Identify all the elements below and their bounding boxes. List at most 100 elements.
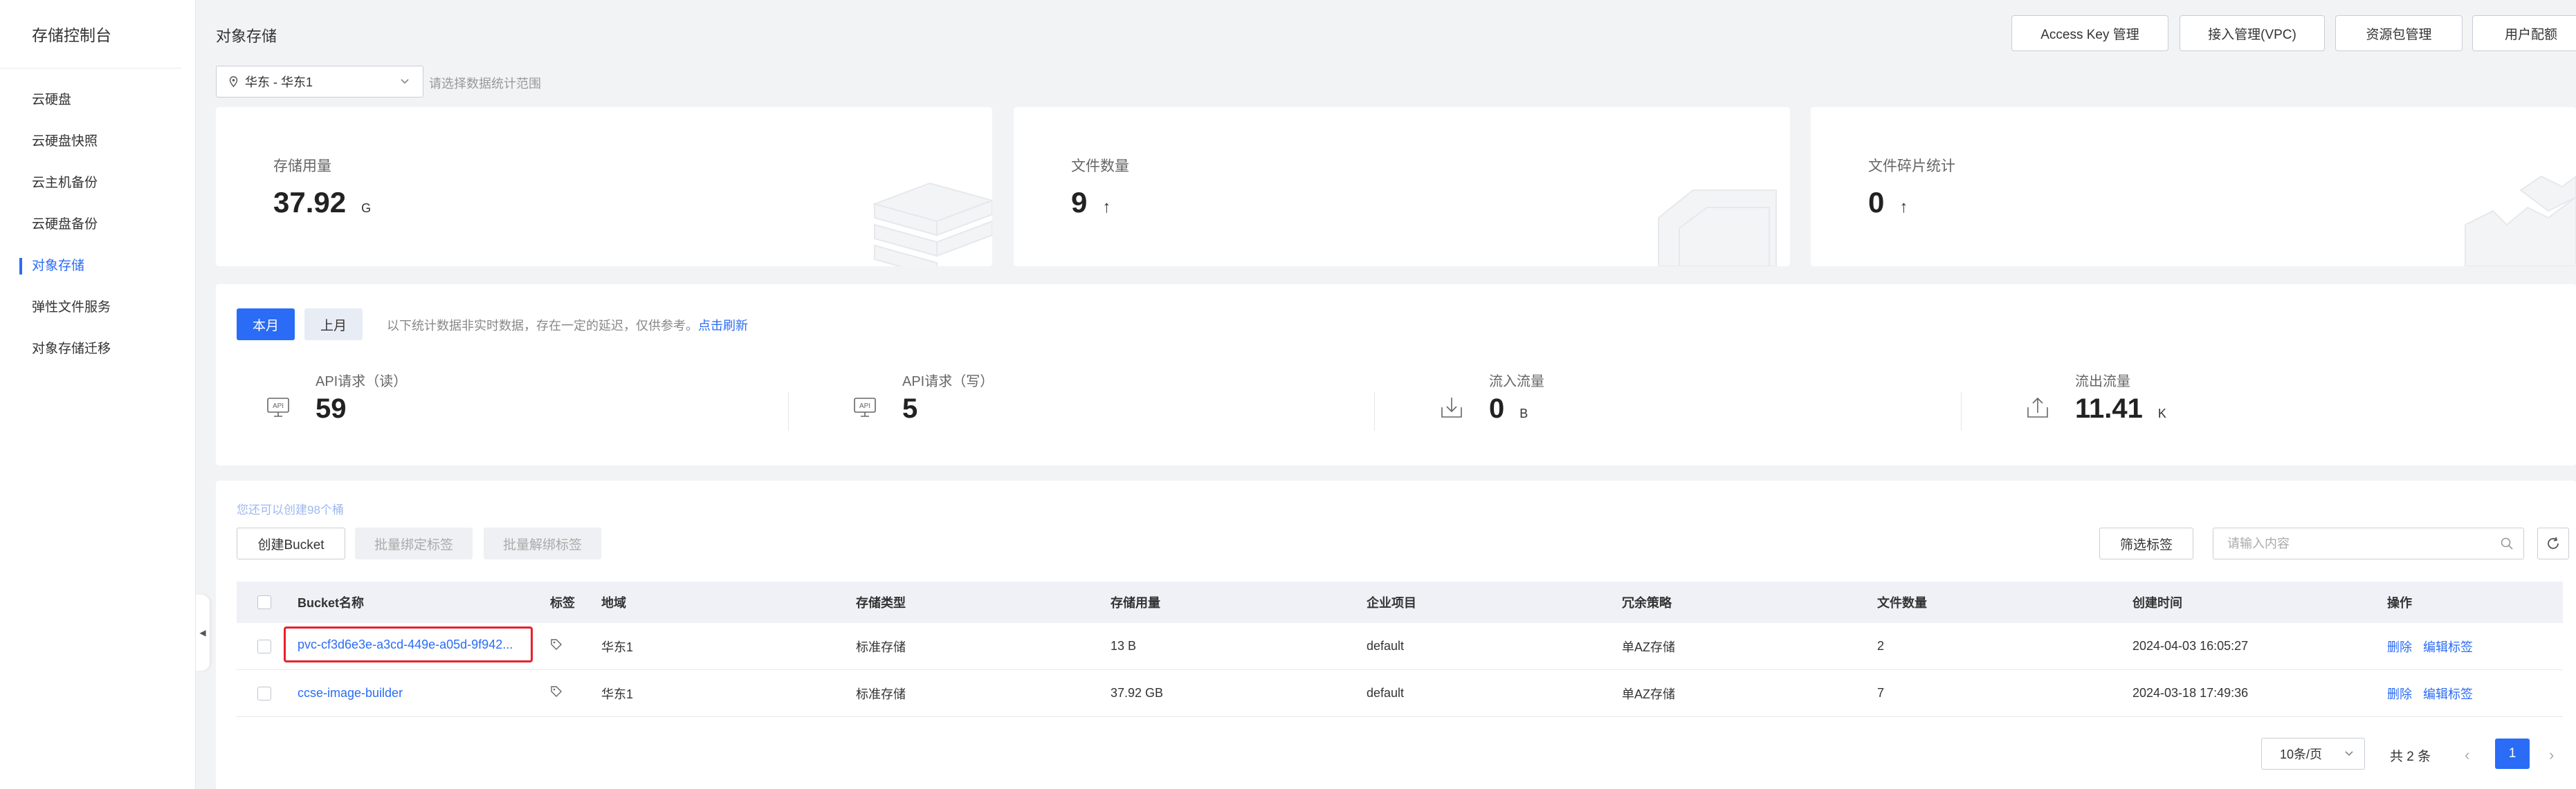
created-time-cell: 2024-04-03 16:05:27 <box>2132 639 2249 653</box>
outbound-traffic-number: 11.41 <box>2075 393 2143 424</box>
page-title: 对象存储 <box>216 28 277 45</box>
region-cell: 华东1 <box>601 640 634 654</box>
file-fragment-number: 0 <box>1868 186 1885 219</box>
this-month-button[interactable]: 本月 <box>237 308 295 340</box>
file-count-value: 9 ↑ <box>1071 186 1111 219</box>
inbound-traffic-number: 0 <box>1489 393 1505 424</box>
column-header-actions: 操作 <box>2387 596 2412 610</box>
outbound-traffic-unit: K <box>2157 407 2166 420</box>
bulk-bind-tags-button[interactable]: 批量绑定标签 <box>355 528 473 559</box>
region-select-value: 华东 - 华东1 <box>245 75 313 89</box>
select-all-cell <box>237 595 298 609</box>
bucket-table: Bucket名称 标签 地域 存储类型 存储用量 企业项目 冗余策略 文件数量 … <box>237 582 2563 717</box>
redundancy-cell: 单AZ存储 <box>1622 640 1676 654</box>
chevron-down-icon <box>401 79 409 84</box>
sidebar-item-disk-snapshot[interactable]: 云硬盘快照 <box>0 121 195 163</box>
delete-link[interactable]: 删除 <box>2387 640 2412 654</box>
chevron-left-icon: ◀ <box>199 628 206 638</box>
bucket-name-link[interactable]: ccse-image-builder <box>298 686 403 700</box>
sidebar-item-file-service[interactable]: 弹性文件服务 <box>0 287 195 328</box>
sidebar-item-object-storage[interactable]: 对象存储 <box>0 245 195 287</box>
api-read-value: 59 <box>316 393 347 424</box>
created-time-cell: 2024-03-18 17:49:36 <box>2132 686 2249 700</box>
refresh-button[interactable] <box>2537 528 2569 559</box>
edit-tags-link[interactable]: 编辑标签 <box>2423 640 2473 654</box>
column-header-region: 地域 <box>601 596 626 610</box>
project-cell: default <box>1367 639 1405 653</box>
refresh-icon <box>2548 537 2559 549</box>
api-read-label: API请求（读） <box>316 374 408 389</box>
last-month-button[interactable]: 上月 <box>304 308 363 340</box>
api-write-metric: API API请求（写） 5 <box>852 370 1337 432</box>
row-select-cell <box>237 686 298 700</box>
table-row: ccse-image-builder 华东1 标准存储 37.92 GB def… <box>237 670 2563 717</box>
usage-cell: 37.92 GB <box>1111 686 1164 700</box>
file-count-card: 文件数量 9 ↑ <box>1014 107 1790 266</box>
page-size-select[interactable]: 10条/页 <box>2261 738 2365 770</box>
location-pin-icon <box>229 76 238 87</box>
next-page-icon[interactable]: › <box>2549 746 2554 764</box>
column-header-storage-type: 存储类型 <box>856 596 906 610</box>
storage-usage-label: 存储用量 <box>273 158 331 174</box>
vpc-access-button[interactable]: 接入管理(VPC) <box>2180 15 2325 51</box>
download-icon <box>1441 398 1462 418</box>
select-all-checkbox[interactable] <box>257 595 271 609</box>
actions-cell: 删除 编辑标签 <box>2387 638 2560 656</box>
page-size-value: 10条/页 <box>2280 748 2323 761</box>
upload-icon <box>2027 397 2048 418</box>
sidebar-item-cloud-disk[interactable]: 云硬盘 <box>0 80 195 121</box>
outbound-traffic-value: 11.41 K <box>2075 393 2166 425</box>
search-box <box>2213 528 2524 559</box>
edit-tags-link[interactable]: 编辑标签 <box>2423 687 2473 701</box>
sidebar-collapse-handle[interactable]: ◀ <box>196 595 210 671</box>
outbound-traffic-metric: 流出流量 11.41 K <box>2025 370 2510 432</box>
bucket-name-cell: ccse-image-builder <box>298 686 550 700</box>
region-cell: 华东1 <box>601 687 634 701</box>
usage-cell: 13 B <box>1111 639 1137 653</box>
metric-divider <box>1961 392 1962 431</box>
metric-divider <box>1374 392 1375 431</box>
region-hint: 请选择数据统计范围 <box>429 77 541 91</box>
sidebar-item-disk-backup[interactable]: 云硬盘备份 <box>0 204 195 245</box>
file-count-number: 9 <box>1071 186 1088 219</box>
inbound-traffic-metric: 流入流量 0 B <box>1439 370 1924 432</box>
arrow-up-icon: ↑ <box>1899 198 1908 216</box>
stats-notice-text: 以下统计数据非实时数据，存在一定的延迟，仅供参考。 <box>387 319 698 333</box>
access-key-button[interactable]: Access Key 管理 <box>2011 15 2168 51</box>
outbound-traffic-label: 流出流量 <box>2075 374 2130 389</box>
prev-page-icon[interactable]: ‹ <box>2465 746 2469 764</box>
tag-icon[interactable] <box>550 638 563 651</box>
create-bucket-button[interactable]: 创建Bucket <box>237 528 345 559</box>
bucket-list-panel: 您还可以创建98个桶 创建Bucket 批量绑定标签 批量解绑标签 筛选标签 B… <box>216 481 2576 789</box>
storage-usage-unit: G <box>361 201 372 215</box>
page-button-current[interactable]: 1 <box>2495 739 2530 769</box>
column-header-redundancy: 冗余策略 <box>1622 596 1672 610</box>
delete-link[interactable]: 删除 <box>2387 687 2412 701</box>
row-checkbox[interactable] <box>257 686 271 700</box>
file-count-label: 文件数量 <box>1071 158 1129 174</box>
tag-cell <box>550 685 601 701</box>
sidebar-item-host-backup[interactable]: 云主机备份 <box>0 163 195 204</box>
search-input[interactable] <box>2227 536 2490 551</box>
api-read-metric: API API请求（读） 59 <box>266 370 750 432</box>
tag-icon[interactable] <box>550 685 563 698</box>
storage-usage-number: 37.92 <box>273 186 347 219</box>
column-header-name[interactable]: Bucket名称 <box>298 593 550 611</box>
search-icon <box>2501 537 2513 550</box>
user-quota-button[interactable]: 用户配额 <box>2472 15 2576 51</box>
sidebar-item-storage-migration[interactable]: 对象存储迁移 <box>0 328 195 370</box>
refresh-stats-link[interactable]: 点击刷新 <box>698 319 748 333</box>
filter-tags-button[interactable]: 筛选标签 <box>2099 528 2193 559</box>
inbound-traffic-unit: B <box>1519 407 1528 420</box>
table-row: pvc-cf3d6e3e-a3cd-449e-a05d-9f942... 华东1… <box>237 623 2563 670</box>
api-icon: API <box>854 398 876 417</box>
table-header: Bucket名称 标签 地域 存储类型 存储用量 企业项目 冗余策略 文件数量 … <box>237 582 2563 623</box>
row-checkbox[interactable] <box>257 639 271 653</box>
resource-pack-button[interactable]: 资源包管理 <box>2335 15 2463 51</box>
file-fragment-value: 0 ↑ <box>1868 186 1908 219</box>
redundancy-cell: 单AZ存储 <box>1622 687 1676 701</box>
file-fragment-label: 文件碎片统计 <box>1868 158 1955 174</box>
api-write-label: API请求（写） <box>902 374 994 389</box>
bulk-unbind-tags-button[interactable]: 批量解绑标签 <box>484 528 601 559</box>
region-select[interactable]: 华东 - 华东1 <box>216 66 423 98</box>
